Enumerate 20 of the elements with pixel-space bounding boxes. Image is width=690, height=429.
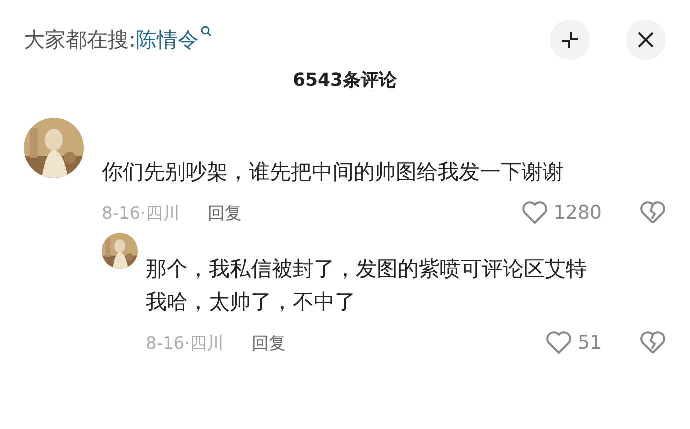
- close-icon: [637, 31, 655, 49]
- search-icon[interactable]: [201, 26, 212, 37]
- reply-link[interactable]: 回复: [252, 332, 286, 354]
- heart-icon[interactable]: [546, 331, 572, 355]
- like-count: 51: [578, 332, 602, 354]
- search-term-link[interactable]: 陈情令: [136, 26, 200, 54]
- broken-heart-icon[interactable]: [640, 201, 666, 225]
- collapse-button[interactable]: [550, 20, 590, 60]
- collapse-icon: [560, 30, 580, 50]
- close-button[interactable]: [626, 20, 666, 60]
- heart-icon[interactable]: [522, 201, 548, 225]
- reply-text: 那个，我私信被封了，发图的紫喷可评论区艾特我哈，太帅了，不中了: [146, 256, 588, 316]
- reply-link[interactable]: 回复: [208, 202, 242, 224]
- comment-date: 8-16·四川: [146, 332, 224, 354]
- search-label: 大家都在搜:: [24, 27, 136, 54]
- like-count: 1280: [554, 202, 602, 224]
- comment-text: 你们先别吵架，谁先把中间的帅图给我发一下谢谢: [102, 159, 565, 186]
- comment-date: 8-16·四川: [102, 202, 180, 224]
- comment-count-title: 6543条评论: [292, 69, 398, 92]
- broken-heart-icon[interactable]: [640, 331, 666, 355]
